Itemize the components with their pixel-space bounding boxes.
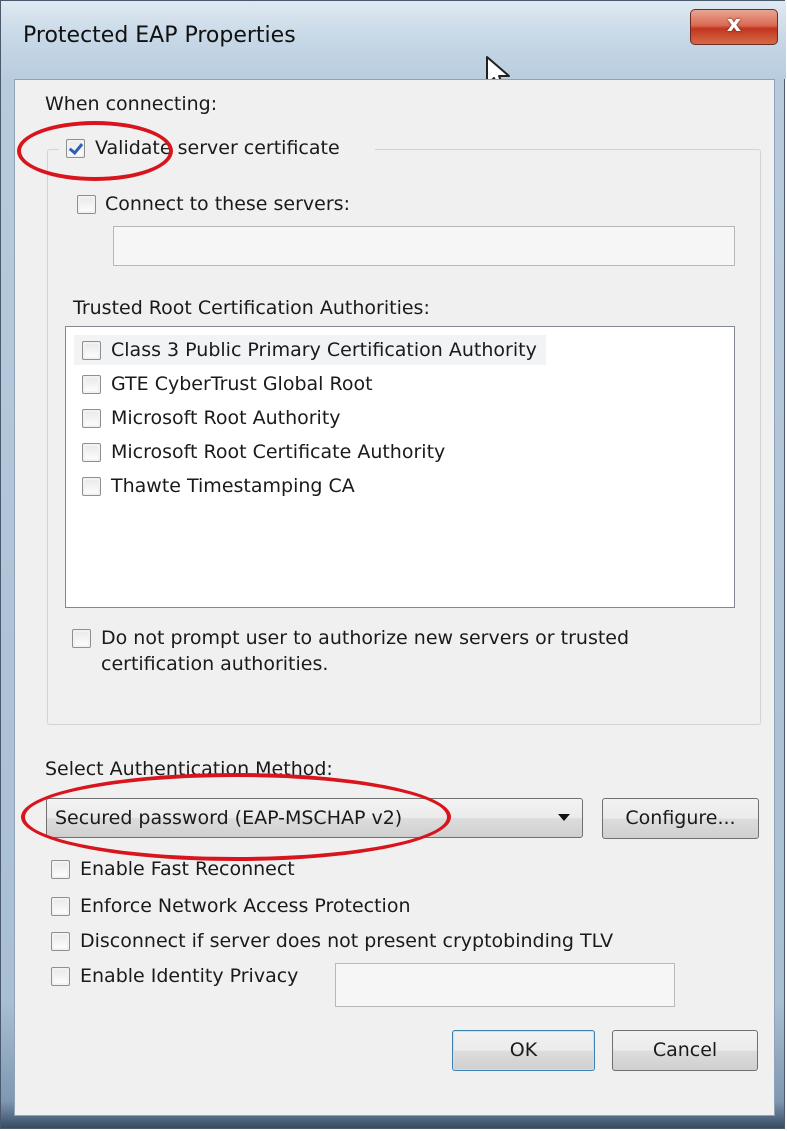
fast-reconnect-label: Enable Fast Reconnect bbox=[80, 858, 295, 880]
authority-checkbox[interactable] bbox=[82, 477, 101, 496]
identity-privacy-checkbox[interactable] bbox=[51, 967, 70, 986]
do-not-prompt-label-line1: Do not prompt user to authorize new serv… bbox=[101, 627, 630, 649]
identity-input[interactable] bbox=[335, 963, 675, 1007]
authority-label: Class 3 Public Primary Certification Aut… bbox=[111, 339, 537, 361]
window-title: Protected EAP Properties bbox=[23, 23, 296, 48]
trusted-authorities-label: Trusted Root Certification Authorities: bbox=[73, 297, 430, 319]
connect-servers-checkbox[interactable] bbox=[77, 195, 96, 214]
authority-label: Thawte Timestamping CA bbox=[111, 475, 355, 497]
connect-servers-label: Connect to these servers: bbox=[105, 193, 350, 215]
authority-checkbox[interactable] bbox=[82, 341, 101, 360]
authority-label: GTE CyberTrust Global Root bbox=[111, 373, 373, 395]
dialog-window: Protected EAP Properties x When connecti… bbox=[0, 0, 786, 1129]
ok-button[interactable]: OK bbox=[452, 1030, 595, 1071]
when-connecting-heading: When connecting: bbox=[45, 93, 218, 115]
network-access-protection-label: Enforce Network Access Protection bbox=[80, 895, 411, 917]
authority-checkbox[interactable] bbox=[82, 375, 101, 394]
trusted-authorities-list[interactable]: Class 3 Public Primary Certification Aut… bbox=[65, 326, 735, 608]
close-icon: x bbox=[726, 12, 742, 37]
identity-privacy-label: Enable Identity Privacy bbox=[80, 965, 299, 987]
authority-label: Microsoft Root Certificate Authority bbox=[111, 441, 446, 463]
fast-reconnect-checkbox[interactable] bbox=[51, 860, 70, 879]
do-not-prompt-label-line2: certification authorities. bbox=[101, 653, 329, 675]
auth-method-heading: Select Authentication Method: bbox=[45, 758, 333, 780]
authority-checkbox[interactable] bbox=[82, 409, 101, 428]
cancel-button[interactable]: Cancel bbox=[612, 1030, 758, 1071]
title-bar[interactable]: Protected EAP Properties x bbox=[1, 1, 786, 79]
cryptobinding-label: Disconnect if server does not present cr… bbox=[80, 930, 614, 952]
do-not-prompt-checkbox[interactable] bbox=[72, 629, 91, 648]
close-button[interactable]: x bbox=[690, 9, 778, 45]
validate-certificate-checkbox[interactable] bbox=[66, 139, 85, 158]
configure-button[interactable]: Configure... bbox=[602, 798, 759, 839]
auth-method-value: Secured password (EAP-MSCHAP v2) bbox=[55, 807, 403, 829]
list-item[interactable]: Class 3 Public Primary Certification Aut… bbox=[74, 335, 546, 365]
network-access-protection-checkbox[interactable] bbox=[51, 897, 70, 916]
servers-input[interactable] bbox=[113, 226, 735, 266]
chevron-down-icon bbox=[558, 814, 570, 821]
auth-method-select[interactable]: Secured password (EAP-MSCHAP v2) bbox=[46, 798, 583, 838]
cryptobinding-checkbox[interactable] bbox=[51, 932, 70, 951]
authority-label: Microsoft Root Authority bbox=[111, 407, 341, 429]
validate-certificate-label: Validate server certificate bbox=[95, 137, 340, 159]
authority-checkbox[interactable] bbox=[82, 443, 101, 462]
